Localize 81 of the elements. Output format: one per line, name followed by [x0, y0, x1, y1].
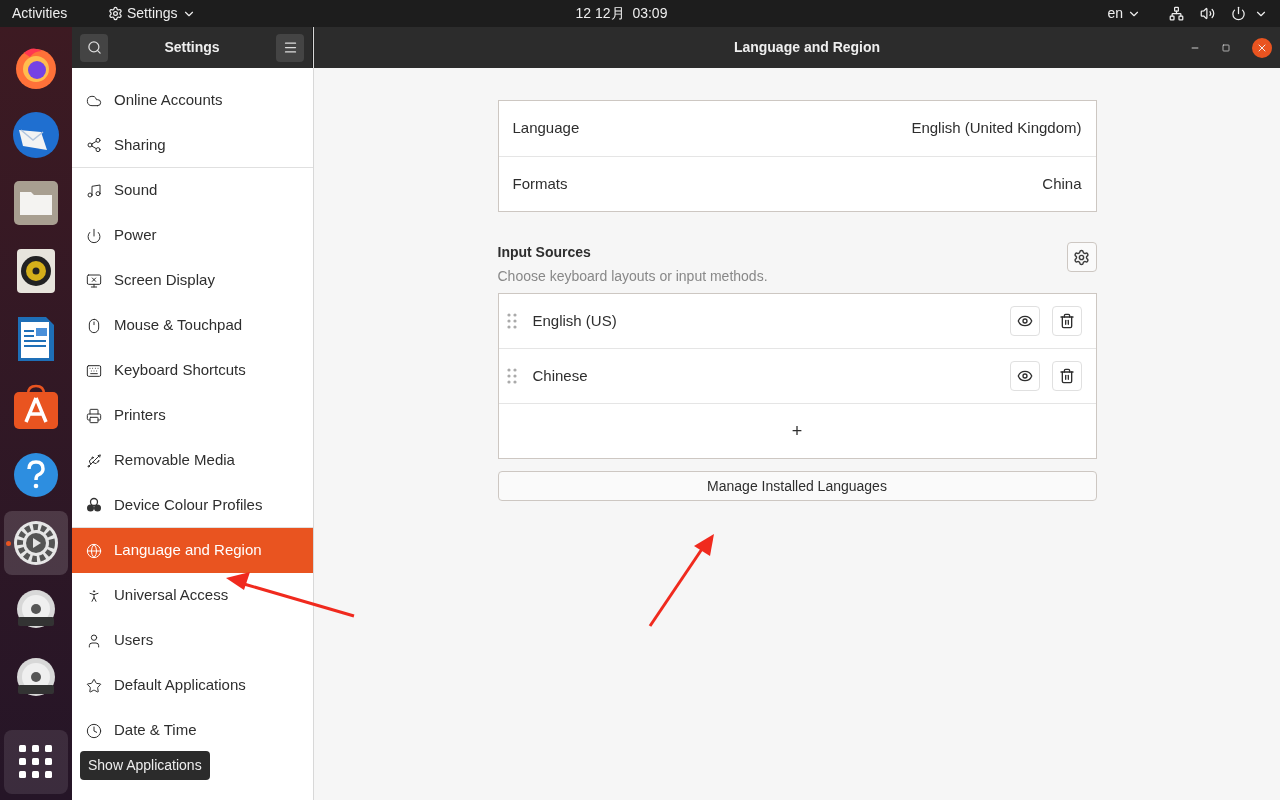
access-icon [86, 587, 102, 604]
remove-button[interactable] [1051, 361, 1082, 391]
tooltip: Show Applications [80, 751, 210, 780]
help-icon [13, 452, 59, 498]
keyboard-icon [86, 362, 102, 379]
settings-row[interactable]: Language English (United Kingdom) [498, 101, 1096, 156]
bird-envelope-icon [11, 110, 61, 160]
trash-icon [1058, 368, 1075, 384]
folder-icon [13, 180, 59, 226]
input-source-label: English (US) [532, 310, 618, 331]
trash-icon [1058, 313, 1075, 329]
menu-button[interactable] [276, 33, 304, 62]
clock[interactable]: 12 12月 03:09 [575, 3, 668, 24]
search-icon [86, 40, 102, 55]
sidebar-title: Settings [163, 38, 221, 57]
input-source-label: Chinese [532, 365, 589, 386]
preview-button[interactable] [1009, 361, 1040, 391]
setting-label: Language [512, 118, 580, 139]
section-subtitle: Choose keyboard layouts or input methods. [497, 267, 768, 286]
sidebar-item[interactable]: Printers [72, 393, 313, 438]
input-method-menu[interactable]: en [1107, 3, 1141, 24]
setting-value: English (United Kingdom) [911, 118, 1082, 139]
input-source-row[interactable]: English (US) [498, 294, 1096, 349]
menu-icon [282, 40, 298, 55]
sidebar-item[interactable]: Mouse & Touchpad [72, 303, 313, 348]
document-icon [17, 316, 55, 362]
network-icon[interactable] [1169, 6, 1184, 21]
setting-label: Formats [512, 173, 568, 194]
printer-icon [86, 407, 102, 424]
share-icon [86, 137, 102, 153]
sidebar-item[interactable]: Keyboard Shortcuts [72, 348, 313, 393]
sidebar-item[interactable]: Date & Time [72, 708, 313, 753]
show-applications-button[interactable] [4, 730, 68, 794]
window-title: Language and Region [732, 38, 882, 57]
music-icon [86, 182, 102, 199]
power-icon[interactable] [1231, 6, 1246, 21]
activities-button[interactable]: Activities [12, 3, 96, 24]
close-button[interactable] [1252, 37, 1272, 58]
globe-icon [86, 542, 102, 559]
sidebar-item[interactable]: Users [72, 618, 313, 663]
clock-icon [86, 722, 102, 739]
volume-icon[interactable] [1200, 6, 1215, 21]
gear-icon [1073, 248, 1090, 266]
drag-handle-icon [506, 313, 517, 329]
sidebar-item[interactable]: Online Accounts [72, 78, 313, 123]
eye-icon [1016, 313, 1033, 329]
power-icon [86, 227, 102, 244]
star-icon [86, 677, 102, 694]
sidebar-item[interactable]: Sharing [72, 123, 313, 168]
sidebar-item[interactable]: Power [72, 213, 313, 258]
grid-icon [19, 745, 53, 779]
setting-value: China [1042, 173, 1082, 194]
add-input-source-button[interactable]: + [498, 404, 1096, 458]
settings-row[interactable]: Formats China [498, 156, 1096, 211]
manage-languages-button[interactable]: Manage Installed Languages [497, 471, 1097, 501]
sidebar-item[interactable]: Language and Region [72, 528, 313, 573]
options-button[interactable] [1066, 242, 1097, 272]
sidebar-item[interactable]: Sound [72, 168, 313, 213]
sidebar-item[interactable]: Screen Display [72, 258, 313, 303]
display-icon [86, 272, 102, 289]
remove-button[interactable] [1051, 306, 1082, 336]
input-source-row[interactable]: Chinese [498, 349, 1096, 404]
search-button[interactable] [80, 33, 108, 62]
mouse-icon [86, 317, 102, 334]
sidebar-item[interactable]: Universal Access [72, 573, 313, 618]
eye-icon [1016, 368, 1033, 384]
gear-icon [13, 520, 59, 566]
preview-button[interactable] [1009, 306, 1040, 336]
shopping-bag-icon [13, 384, 59, 430]
sidebar-item[interactable]: Default Applications [72, 663, 313, 708]
user-icon [86, 632, 102, 649]
circles-icon [86, 497, 102, 513]
app-menu[interactable]: Settings [108, 3, 196, 24]
maximize-icon[interactable] [1222, 43, 1230, 52]
drag-handle-icon [506, 368, 517, 384]
dock-item[interactable] [4, 511, 68, 575]
gear-icon [108, 6, 123, 21]
speaker-icon [16, 248, 56, 294]
media-icon [86, 452, 102, 469]
section-title: Input Sources [497, 243, 592, 262]
sidebar-item[interactable]: Removable Media [72, 438, 313, 483]
